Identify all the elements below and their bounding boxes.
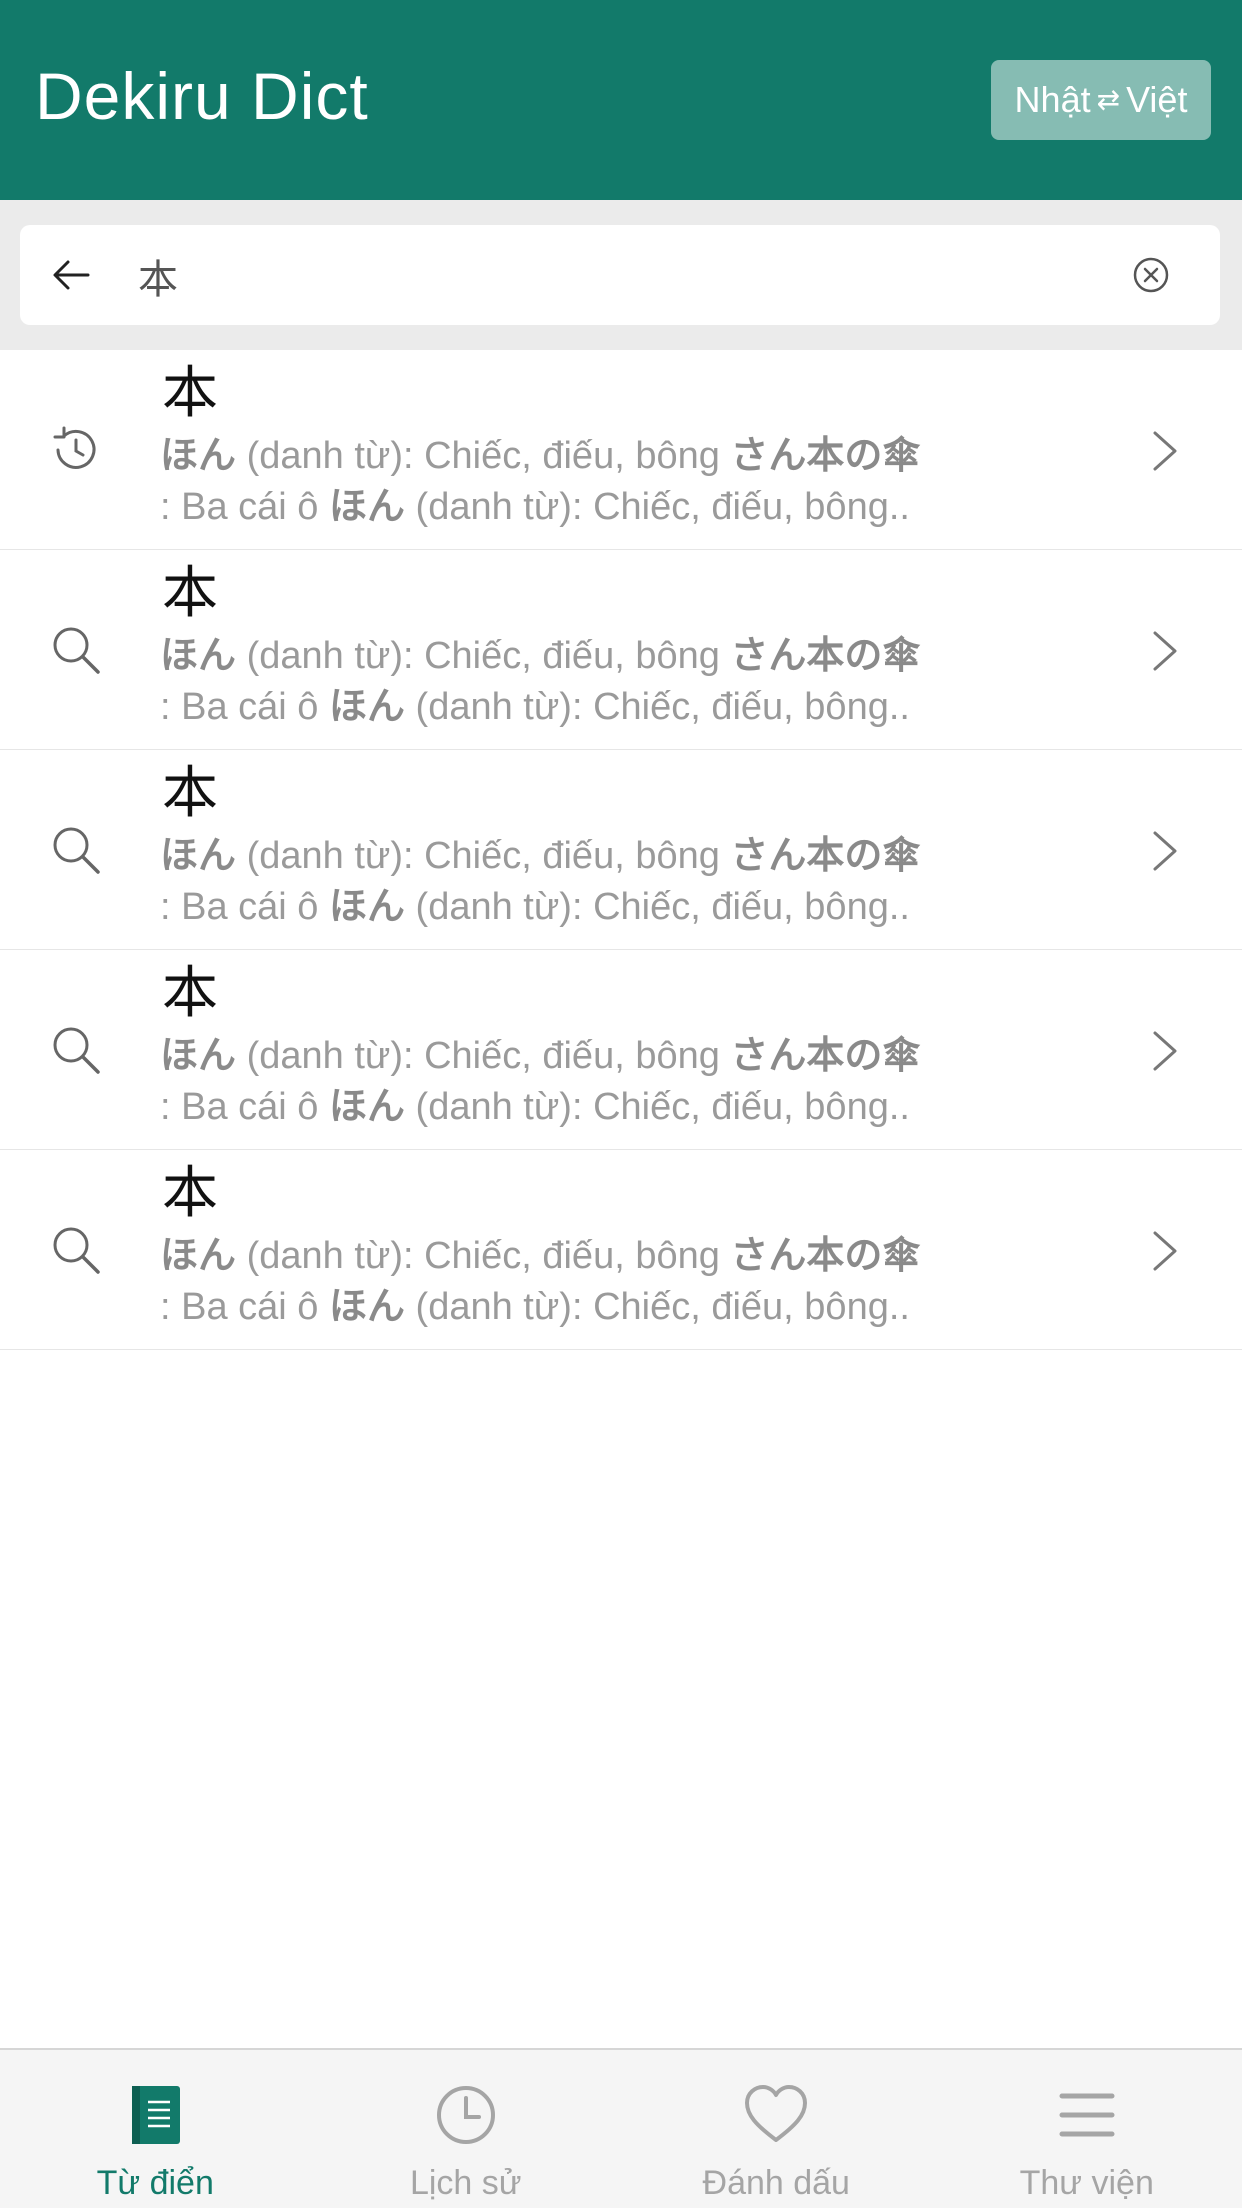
reading: ほん: [328, 484, 405, 528]
search-icon: [53, 1027, 100, 1074]
lang-from-label: Nhật: [1014, 79, 1091, 120]
definition-text: (danh từ): Chiếc, điếu, bông..: [405, 686, 910, 728]
tab-label: Lịch sử: [409, 2164, 522, 2202]
reading: ほん: [160, 1233, 237, 1277]
definition-text: (danh từ): Chiếc, điếu, bông..: [405, 486, 910, 528]
result-word: 本: [162, 761, 218, 826]
result-word: 本: [162, 1161, 218, 1226]
definition-text: (danh từ): Chiếc, điếu, bông..: [405, 886, 910, 928]
example-jp: さん本の傘: [730, 1033, 921, 1077]
reading: ほん: [160, 1033, 237, 1077]
definition-text: (danh từ): Chiếc, điếu, bông..: [405, 1286, 910, 1328]
example-jp: さん本の傘: [730, 633, 921, 677]
definition-text: (danh từ): Chiếc, điếu, bông: [236, 1235, 731, 1277]
bottom-tab-bar: Từ điển Lịch sử Đánh dấu Thư viện: [0, 2048, 1242, 2208]
app-screen: Dekiru Dict Nhật ⇄ Việt 本 本 ほん (danh từ)…: [0, 0, 1242, 2208]
example-jp: さん本の傘: [730, 833, 921, 877]
result-row[interactable]: 本 ほん (danh từ): Chiếc, điếu, bông さん本の傘 …: [0, 350, 1242, 550]
clear-circle-icon[interactable]: [1132, 256, 1170, 294]
reading: ほん: [160, 633, 237, 677]
reading: ほん: [328, 884, 405, 928]
example-translation: : Ba cái ô: [160, 486, 329, 528]
lang-to-label: Việt: [1126, 79, 1188, 120]
result-row[interactable]: 本 ほん (danh từ): Chiếc, điếu, bông さん本の傘 …: [0, 750, 1242, 950]
chevron-right-icon: [1153, 831, 1177, 871]
result-row[interactable]: 本 ほん (danh từ): Chiếc, điếu, bông さん本の傘 …: [0, 950, 1242, 1150]
example-jp: さん本の傘: [730, 1233, 921, 1277]
result-meaning: ほん (danh từ): Chiếc, điếu, bông さん本の傘 : …: [160, 1230, 1020, 1332]
search-field[interactable]: 本: [20, 225, 1220, 325]
search-input[interactable]: 本: [138, 247, 178, 305]
menu-icon: [1059, 2093, 1115, 2137]
result-meaning: ほん (danh từ): Chiếc, điếu, bông さん本の傘 : …: [160, 830, 1020, 932]
reading: ほん: [328, 684, 405, 728]
definition-text: (danh từ): Chiếc, điếu, bông: [236, 1035, 731, 1077]
example-translation: : Ba cái ô: [160, 686, 329, 728]
result-meaning: ほん (danh từ): Chiếc, điếu, bông さん本の傘 : …: [160, 430, 1020, 532]
heart-icon: [745, 2085, 808, 2142]
search-icon: [53, 1227, 100, 1274]
example-jp: さん本の傘: [730, 433, 921, 477]
language-toggle-button[interactable]: Nhật ⇄ Việt: [991, 60, 1211, 140]
tab-label: Từ điển: [96, 2164, 214, 2202]
result-word: 本: [162, 961, 218, 1026]
book-icon: [132, 2086, 181, 2144]
example-translation: : Ba cái ô: [160, 886, 329, 928]
reading: ほん: [328, 1284, 405, 1328]
result-meaning: ほん (danh từ): Chiếc, điếu, bông さん本の傘 : …: [160, 1030, 1020, 1132]
chevron-right-icon: [1153, 631, 1177, 671]
reading: ほん: [160, 833, 237, 877]
arrow-left-icon[interactable]: [50, 253, 94, 297]
result-list: 本 ほん (danh từ): Chiếc, điếu, bông さん本の傘 …: [0, 350, 1242, 1350]
chevron-right-icon: [1153, 1031, 1177, 1071]
definition-text: (danh từ): Chiếc, điếu, bông: [236, 435, 731, 477]
result-meaning: ほん (danh từ): Chiếc, điếu, bông さん本の傘 : …: [160, 630, 1020, 732]
chevron-right-icon: [1153, 431, 1177, 471]
search-icon: [53, 827, 100, 874]
tab-label: Đánh dấu: [702, 2164, 850, 2202]
swap-icon: ⇄: [1096, 84, 1121, 115]
search-bar-area: 本: [0, 200, 1242, 350]
clock-icon: [436, 2086, 495, 2144]
result-word: 本: [162, 361, 218, 426]
app-header: Dekiru Dict Nhật ⇄ Việt: [0, 0, 1242, 200]
result-row[interactable]: 本 ほん (danh từ): Chiếc, điếu, bông さん本の傘 …: [0, 1150, 1242, 1350]
tab-history[interactable]: Lịch sử: [311, 2050, 622, 2208]
result-word: 本: [162, 561, 218, 626]
definition-text: (danh từ): Chiếc, điếu, bông: [236, 835, 731, 877]
search-icon: [53, 627, 100, 674]
reading: ほん: [328, 1084, 405, 1128]
tab-bookmarks[interactable]: Đánh dấu: [621, 2050, 932, 2208]
example-translation: : Ba cái ô: [160, 1286, 329, 1328]
tab-library[interactable]: Thư viện: [932, 2050, 1242, 2208]
chevron-right-icon: [1153, 1231, 1177, 1271]
tab-label: Thư viện: [1019, 2164, 1154, 2202]
tab-dictionary[interactable]: Từ điển: [0, 2050, 311, 2208]
example-translation: : Ba cái ô: [160, 1086, 329, 1128]
history-icon: [53, 426, 96, 469]
app-title: Dekiru Dict: [35, 59, 369, 133]
result-row[interactable]: 本 ほん (danh từ): Chiếc, điếu, bông さん本の傘 …: [0, 550, 1242, 750]
definition-text: (danh từ): Chiếc, điếu, bông: [236, 635, 731, 677]
definition-text: (danh từ): Chiếc, điếu, bông..: [405, 1086, 910, 1128]
reading: ほん: [160, 433, 237, 477]
